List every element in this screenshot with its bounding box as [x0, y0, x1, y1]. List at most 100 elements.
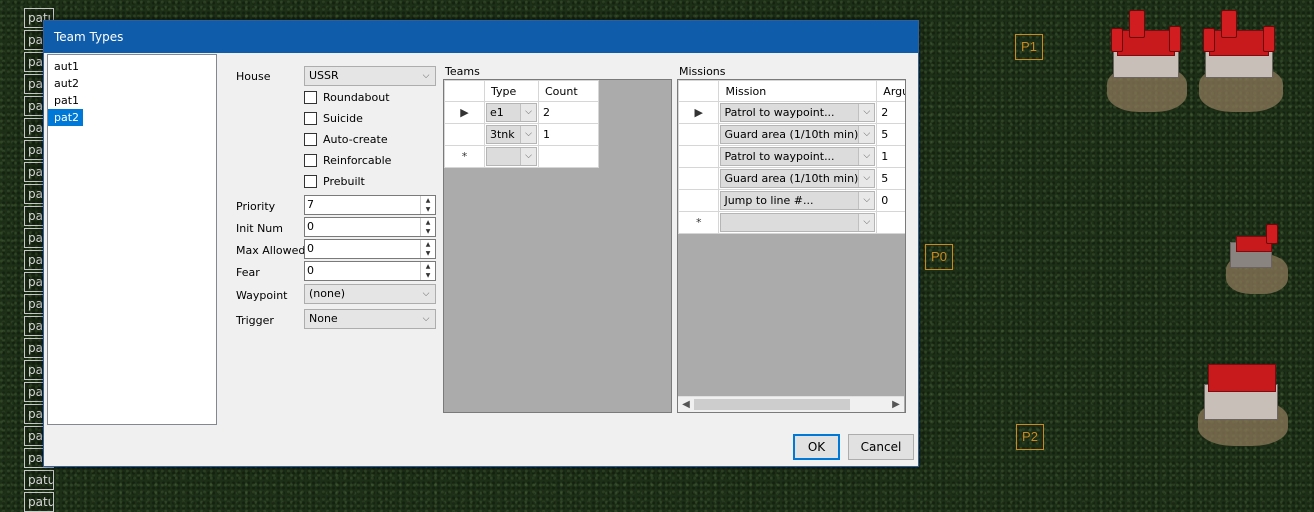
new-row-marker: * — [678, 211, 720, 234]
argument-cell[interactable]: 1 — [876, 145, 905, 168]
missions-grid[interactable]: Mission Argu ▶ Patrol to waypoint...⌵ 2 … — [677, 79, 906, 413]
checkbox-box[interactable] — [304, 174, 317, 188]
checkbox-box[interactable] — [304, 153, 317, 167]
checkbox-label: Reinforcable — [323, 154, 392, 167]
spin-down-icon[interactable]: ▼ — [421, 227, 435, 236]
max-allowed-stepper[interactable]: 0 ▲ ▼ — [304, 239, 436, 259]
building-icon[interactable] — [1195, 4, 1287, 114]
spin-up-icon[interactable]: ▲ — [421, 196, 435, 205]
spin-up-icon[interactable]: ▲ — [421, 262, 435, 271]
spin-down-icon[interactable]: ▼ — [421, 271, 435, 280]
scroll-left-icon[interactable]: ◀ — [679, 397, 693, 412]
type-cell-select[interactable]: ⌵ — [486, 147, 537, 166]
war-factory-icon[interactable] — [1196, 356, 1290, 448]
waypoint-marker-p1[interactable]: P1 — [1015, 34, 1043, 60]
scrollbar-thumb[interactable] — [694, 399, 850, 410]
mission-cell-select[interactable]: Patrol to waypoint... ⌵ — [720, 103, 876, 122]
teams-grid[interactable]: Type Count ▶ e1 ⌵ 2 3tnk ⌵ 1 * ⌵ — [443, 79, 672, 413]
column-header-count[interactable]: Count — [538, 80, 599, 102]
max-allowed-label: Max Allowed — [236, 244, 306, 257]
horizontal-scrollbar[interactable]: ◀ ▶ — [678, 396, 904, 412]
table-row[interactable]: ▶ e1 ⌵ 2 — [444, 101, 599, 124]
checkbox-box[interactable] — [304, 132, 317, 146]
team-list[interactable]: aut1 aut2 pat1 pat2 — [47, 54, 217, 425]
count-cell[interactable] — [538, 145, 599, 168]
init-num-stepper[interactable]: 0 ▲ ▼ — [304, 217, 436, 237]
count-cell[interactable]: 1 — [538, 123, 599, 146]
row-marker: ▶ — [678, 101, 720, 124]
checkbox-label: Auto-create — [323, 133, 388, 146]
trigger-select[interactable]: None ⌵ — [304, 309, 436, 329]
table-row[interactable]: Guard area (1/10th min)... ⌵ 5 — [678, 123, 905, 146]
argument-cell[interactable] — [876, 211, 905, 234]
table-row[interactable]: Guard area (1/10th min)... ⌵ 5 — [678, 167, 905, 190]
missions-label: Missions — [679, 65, 726, 78]
reinforcable-checkbox[interactable]: Reinforcable — [304, 153, 392, 170]
waypoint-select[interactable]: (none) ⌵ — [304, 284, 436, 304]
checkbox-label: Suicide — [323, 112, 363, 125]
count-cell[interactable]: 2 — [538, 101, 599, 124]
argument-cell[interactable]: 5 — [876, 167, 905, 190]
table-row[interactable]: ▶ Patrol to waypoint... ⌵ 2 — [678, 101, 905, 124]
chevron-down-icon: ⌵ — [858, 192, 875, 209]
checkbox-box[interactable] — [304, 90, 317, 104]
house-value: USSR — [309, 69, 339, 82]
type-cell-select[interactable]: e1 ⌵ — [486, 103, 537, 122]
type-value: e1 — [490, 106, 504, 119]
new-row-marker: * — [444, 145, 485, 168]
chevron-down-icon: ⌵ — [520, 148, 536, 165]
table-row[interactable]: Jump to line #... ⌵ 0 — [678, 189, 905, 212]
radar-building-icon[interactable] — [1222, 220, 1292, 298]
house-label: House — [236, 70, 271, 83]
team-list-item-selected[interactable]: pat2 — [48, 109, 84, 126]
dialog-title[interactable]: Team Types — [44, 21, 918, 53]
argument-cell[interactable]: 5 — [876, 123, 905, 146]
cancel-button[interactable]: Cancel — [848, 434, 914, 460]
row-marker — [678, 167, 720, 190]
chevron-down-icon: ⌵ — [858, 214, 875, 231]
column-header-mission[interactable]: Mission — [718, 80, 878, 102]
chevron-down-icon: ⌵ — [422, 289, 430, 299]
column-header-type[interactable]: Type — [484, 80, 539, 102]
waypoint-marker-p2[interactable]: P2 — [1016, 424, 1044, 450]
house-select[interactable]: USSR ⌵ — [304, 66, 436, 86]
fear-value: 0 — [307, 264, 314, 277]
spin-down-icon[interactable]: ▼ — [421, 205, 435, 214]
chevron-down-icon: ⌵ — [520, 126, 536, 143]
table-row[interactable]: Patrol to waypoint... ⌵ 1 — [678, 145, 905, 168]
team-list-item[interactable]: aut2 — [48, 75, 83, 92]
spin-down-icon[interactable]: ▼ — [421, 249, 435, 258]
checkbox-box[interactable] — [304, 111, 317, 125]
mission-cell-select[interactable]: Guard area (1/10th min)... ⌵ — [720, 125, 876, 144]
priority-stepper[interactable]: 7 ▲ ▼ — [304, 195, 436, 215]
waypoint-marker-p0[interactable]: P0 — [925, 244, 953, 270]
ok-button[interactable]: OK — [793, 434, 840, 460]
argument-cell[interactable]: 0 — [876, 189, 905, 212]
scroll-right-icon[interactable]: ▶ — [889, 397, 903, 412]
grid-corner — [678, 80, 720, 102]
row-marker: ▶ — [444, 101, 485, 124]
fear-stepper[interactable]: 0 ▲ ▼ — [304, 261, 436, 281]
spin-up-icon[interactable]: ▲ — [421, 240, 435, 249]
suicide-checkbox[interactable]: Suicide — [304, 111, 363, 128]
column-header-argument[interactable]: Argu — [876, 80, 905, 102]
mission-cell-select[interactable]: Patrol to waypoint... ⌵ — [720, 147, 876, 166]
auto-create-checkbox[interactable]: Auto-create — [304, 132, 388, 149]
chevron-down-icon: ⌵ — [422, 314, 430, 324]
table-row-new[interactable]: * ⌵ — [444, 145, 599, 168]
argument-cell[interactable]: 2 — [876, 101, 905, 124]
chevron-down-icon: ⌵ — [422, 71, 430, 81]
mission-cell-select[interactable]: ⌵ — [720, 213, 876, 232]
team-list-item[interactable]: aut1 — [48, 58, 83, 75]
waypoint-value: (none) — [309, 287, 346, 300]
mission-cell-select[interactable]: Guard area (1/10th min)... ⌵ — [720, 169, 876, 188]
type-cell-select[interactable]: 3tnk ⌵ — [486, 125, 537, 144]
team-list-item[interactable]: pat1 — [48, 92, 83, 109]
spin-up-icon[interactable]: ▲ — [421, 218, 435, 227]
roundabout-checkbox[interactable]: Roundabout — [304, 90, 390, 107]
prebuilt-checkbox[interactable]: Prebuilt — [304, 174, 365, 191]
table-row[interactable]: 3tnk ⌵ 1 — [444, 123, 599, 146]
mission-cell-select[interactable]: Jump to line #... ⌵ — [720, 191, 876, 210]
building-icon[interactable] — [1103, 4, 1189, 114]
table-row-new[interactable]: * ⌵ — [678, 211, 905, 234]
